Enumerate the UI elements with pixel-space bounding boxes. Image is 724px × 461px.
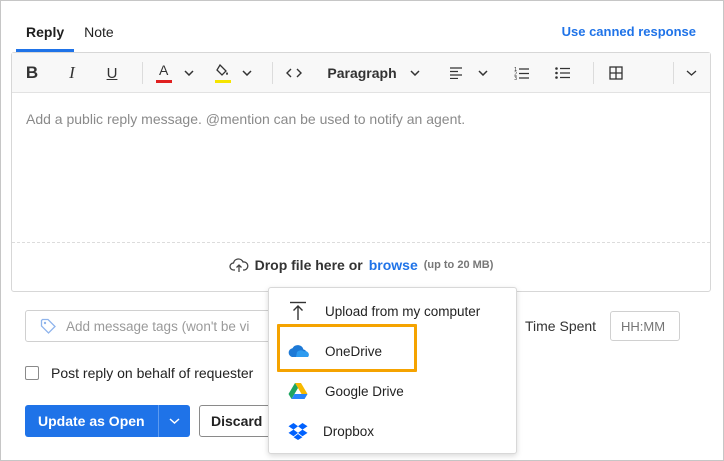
menu-item-google-drive[interactable]: Google Drive — [269, 373, 516, 409]
tag-icon — [40, 318, 56, 334]
highlight-chevron-down-icon[interactable] — [240, 53, 254, 93]
font-color-swatch — [156, 80, 172, 83]
menu-item-upload-computer[interactable]: Upload from my computer — [269, 293, 516, 329]
upload-icon — [287, 300, 309, 322]
menu-item-label: OneDrive — [325, 343, 383, 359]
message-tags-input[interactable]: Add message tags (won't be vi — [25, 310, 285, 342]
paragraph-chevron-down-icon[interactable] — [408, 53, 422, 93]
svg-text:3: 3 — [514, 76, 517, 80]
behalf-checkbox-row[interactable]: Post reply on behalf of requester — [25, 365, 253, 381]
reply-editor: B I U A Paragraph 1 2 3 Add a public rep… — [11, 52, 711, 292]
menu-item-onedrive[interactable]: OneDrive — [269, 333, 516, 369]
message-tags-placeholder: Add message tags (won't be vi — [66, 318, 250, 334]
onedrive-icon — [287, 340, 309, 362]
reply-tabs: Reply Note — [16, 14, 124, 52]
upload-source-menu: Upload from my computer OneDrive Google … — [268, 287, 517, 454]
update-options-chevron-down-icon[interactable] — [157, 405, 190, 437]
font-color-letter: A — [159, 62, 169, 78]
canned-response-link[interactable]: Use canned response — [562, 24, 696, 39]
dropzone-divider — [12, 242, 710, 243]
toolbar-divider — [272, 62, 273, 84]
upload-size-limit: (up to 20 MB) — [423, 259, 494, 271]
tab-reply[interactable]: Reply — [16, 14, 75, 52]
align-chevron-down-icon[interactable] — [476, 53, 490, 93]
font-color-chevron-down-icon[interactable] — [182, 53, 196, 93]
align-left-icon[interactable] — [448, 53, 464, 93]
time-spent-input[interactable] — [610, 311, 680, 341]
editor-placeholder[interactable]: Add a public reply message. @mention can… — [26, 111, 465, 127]
dropzone-text: Drop file here or — [254, 257, 363, 273]
dropbox-icon — [287, 420, 309, 442]
numbered-list-icon[interactable]: 123 — [514, 53, 530, 93]
editor-toolbar: B I U A Paragraph 1 2 3 — [12, 53, 710, 93]
paint-bucket-icon — [216, 63, 228, 76]
more-chevron-down-icon[interactable] — [684, 53, 698, 93]
toolbar-divider — [593, 62, 594, 84]
discard-button[interactable]: Discard — [199, 405, 279, 437]
bold-button[interactable]: B — [24, 53, 40, 93]
table-icon[interactable] — [608, 53, 624, 93]
highlight-color-button[interactable] — [214, 53, 232, 93]
browse-link[interactable]: browse — [369, 257, 418, 273]
font-color-button[interactable]: A — [155, 53, 173, 93]
toolbar-divider — [673, 62, 674, 84]
update-button-group: Update as Open — [25, 405, 190, 437]
google-drive-icon — [287, 380, 309, 402]
cloud-upload-icon — [228, 258, 248, 272]
time-spent-label: Time Spent — [525, 318, 597, 334]
highlight-color-swatch — [215, 80, 231, 83]
file-dropzone[interactable]: Drop file here or browse (up to 20 MB) — [12, 257, 710, 273]
code-icon[interactable] — [284, 53, 304, 93]
menu-item-label: Upload from my computer — [325, 303, 481, 319]
tab-note[interactable]: Note — [74, 14, 124, 52]
menu-item-label: Dropbox — [323, 423, 375, 439]
bulleted-list-icon[interactable] — [555, 53, 571, 93]
menu-item-dropbox[interactable]: Dropbox — [269, 413, 516, 449]
paragraph-select[interactable]: Paragraph — [326, 53, 398, 93]
underline-button[interactable]: U — [104, 53, 120, 93]
update-as-open-button[interactable]: Update as Open — [25, 405, 158, 437]
behalf-checkbox[interactable] — [25, 366, 39, 380]
menu-item-label: Google Drive — [325, 383, 404, 399]
italic-button[interactable]: I — [64, 53, 80, 93]
toolbar-divider — [142, 62, 143, 84]
behalf-checkbox-label: Post reply on behalf of requester — [51, 365, 254, 381]
